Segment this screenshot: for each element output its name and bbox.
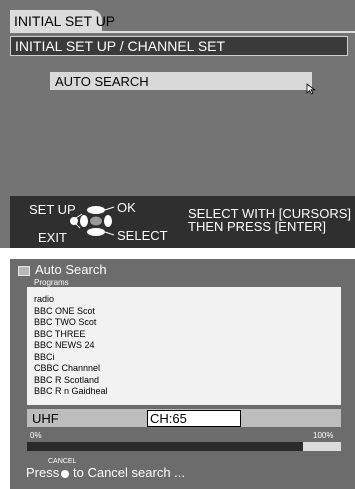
menu-item-auto-search[interactable]: AUTO SEARCH <box>50 72 312 90</box>
progress-max-label: 100% <box>313 431 334 440</box>
tab-initial-setup[interactable]: INITIAL SET UP <box>10 10 115 32</box>
page-subtitle: INITIAL SET UP / CHANNEL SET <box>10 36 348 56</box>
cancel-instruction-text: to Cancel search ... <box>73 465 185 480</box>
mouse-pointer-icon <box>306 83 316 95</box>
list-item: BBC R n Gaidheal <box>34 386 108 396</box>
select-key-label: SELECT <box>117 228 168 243</box>
list-item: BBC ONE Scot <box>34 305 96 316</box>
list-item: radio <box>34 294 55 304</box>
progress-min-label: 0% <box>30 431 42 440</box>
tab-underline <box>10 31 355 33</box>
list-item: BBC NEWS 24 <box>34 340 95 350</box>
search-progress-fill <box>27 442 304 451</box>
initial-setup-panel: INITIAL SET UP INITIAL SET UP / CHANNEL … <box>0 0 355 248</box>
list-item: BBCi <box>34 351 55 362</box>
list-item: CBBC Channnel <box>34 363 101 373</box>
list-item: BBC TWO Scot <box>34 317 97 327</box>
window-icon <box>18 266 30 276</box>
programs-label: Programs <box>34 278 69 287</box>
cancel-prefix-text: Press <box>26 465 60 480</box>
instruction-line-2: THEN PRESS [ENTER] <box>188 219 326 234</box>
search-progress-bar <box>27 442 341 451</box>
list-item: BBC THREE <box>34 328 86 339</box>
band-label: UHF <box>32 411 59 426</box>
list-item: BBC R Scotland <box>34 374 100 385</box>
channel-readout: CH:65 <box>147 410 241 427</box>
programs-list: radio BBC ONE Scot BBC TWO Scot BBC THRE… <box>27 287 341 405</box>
auto-search-title: Auto Search <box>35 262 107 277</box>
round-button-icon[interactable] <box>61 470 69 478</box>
cancel-key-label: CANCEL <box>48 458 77 465</box>
dpad-icon <box>70 206 115 236</box>
